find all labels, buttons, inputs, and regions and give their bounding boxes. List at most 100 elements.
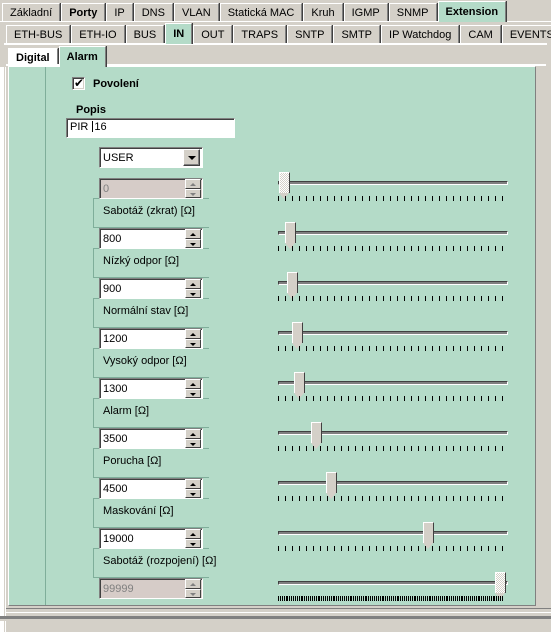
threshold-slider-4[interactable] <box>278 372 508 410</box>
subtab-in[interactable]: IN <box>165 23 193 44</box>
threshold-slider-2[interactable] <box>278 272 508 310</box>
slider-track-2[interactable] <box>278 281 508 285</box>
spinner-down-icon-4[interactable] <box>185 388 201 398</box>
spinner-buttons-2[interactable] <box>185 279 201 298</box>
spinner-down-icon-3[interactable] <box>185 338 201 348</box>
spinner-up-icon-8[interactable] <box>185 579 201 589</box>
slider-ticks-8 <box>278 596 508 602</box>
threshold-value-1: 800 <box>103 232 122 245</box>
threshold-slider-6[interactable] <box>278 472 508 510</box>
threshold-spinner-6[interactable]: 4500 <box>99 478 203 499</box>
spinner-up-icon-4[interactable] <box>185 379 201 389</box>
spinner-buttons-1[interactable] <box>185 229 201 248</box>
spinner-down-icon-1[interactable] <box>185 238 201 248</box>
threshold-slider-1[interactable] <box>278 222 508 260</box>
tab-kruh[interactable]: Kruh <box>303 3 343 22</box>
panel-left-divider <box>45 67 46 605</box>
slider-thumb-7[interactable] <box>423 522 434 549</box>
enable-checkbox[interactable]: ✔ <box>72 77 85 90</box>
subtab-smtp[interactable]: SMTP <box>333 25 381 44</box>
tab-snmp[interactable]: SNMP <box>388 3 437 22</box>
slider-track-4[interactable] <box>278 381 508 385</box>
slider-ticks-0 <box>278 196 508 202</box>
spinner-up-icon-0[interactable] <box>185 179 201 189</box>
enable-checkbox-row[interactable]: ✔ Povolení <box>72 77 139 90</box>
tabbar-primary[interactable]: Základní Porty IP DNS VLAN Statická MAC Kruh IG… <box>0 0 551 22</box>
threshold-slider-8[interactable] <box>278 572 508 610</box>
spinner-buttons-3[interactable] <box>185 329 201 348</box>
spinner-down-icon-6[interactable] <box>185 488 201 498</box>
description-input[interactable]: PIR 16 <box>66 118 235 138</box>
tab-statick-mac[interactable]: Statická MAC <box>219 3 303 22</box>
spinner-up-icon-1[interactable] <box>185 229 201 239</box>
slider-thumb-5[interactable] <box>311 422 322 449</box>
threshold-spinner-3[interactable]: 1200 <box>99 328 203 349</box>
sensor-mode-combobox[interactable]: USER <box>99 147 203 168</box>
spinner-up-icon-3[interactable] <box>185 329 201 339</box>
slider-thumb-2[interactable] <box>287 272 298 299</box>
slider-ticks-7 <box>278 546 508 552</box>
tab-igmp[interactable]: IGMP <box>343 3 388 22</box>
spinner-buttons-0[interactable] <box>185 179 201 198</box>
description-label: Popis <box>76 104 106 116</box>
threshold-slider-0[interactable] <box>278 172 508 210</box>
tabbar-extension[interactable]: ETH-BUS ETH-IO BUS IN OUT TRAPS SNTP SMTP IP Wat… <box>0 22 551 44</box>
spinner-buttons-7[interactable] <box>185 529 201 548</box>
spinner-down-icon-2[interactable] <box>185 288 201 298</box>
threshold-slider-3[interactable] <box>278 322 508 360</box>
slider-track-0[interactable] <box>278 181 508 185</box>
subtab-bus[interactable]: BUS <box>125 25 165 44</box>
slider-track-8[interactable] <box>278 581 508 585</box>
threshold-spinner-7[interactable]: 19000 <box>99 528 203 549</box>
checkmark-icon: ✔ <box>74 76 85 90</box>
slider-thumb-3[interactable] <box>292 322 303 349</box>
slider-track-7[interactable] <box>278 531 508 535</box>
slider-thumb-8[interactable] <box>495 572 506 599</box>
tab-porty[interactable]: Porty <box>61 3 106 22</box>
threshold-slider-5[interactable] <box>278 422 508 460</box>
threshold-spinner-5[interactable]: 3500 <box>99 428 203 449</box>
spinner-up-icon-5[interactable] <box>185 429 201 439</box>
threshold-spinner-1[interactable]: 800 <box>99 228 203 249</box>
subtab-ip-watchdog[interactable]: IP Watchdog <box>381 25 460 44</box>
subtab-sntp[interactable]: SNTP <box>287 25 333 44</box>
subtab-cam[interactable]: CAM <box>460 25 501 44</box>
threshold-spinner-0: 0 <box>99 178 203 199</box>
tab-dns[interactable]: DNS <box>133 3 173 22</box>
slider-track-3[interactable] <box>278 331 508 335</box>
frame-gutter-left <box>0 60 4 632</box>
subtab-out[interactable]: OUT <box>193 25 233 44</box>
threshold-value-2: 900 <box>103 282 122 295</box>
spinner-down-icon-5[interactable] <box>185 438 201 448</box>
chevron-down-icon[interactable] <box>183 149 200 166</box>
slider-track-1[interactable] <box>278 231 508 235</box>
subtab-traps[interactable]: TRAPS <box>233 25 287 44</box>
slider-thumb-4[interactable] <box>294 372 305 399</box>
slider-thumb-1[interactable] <box>285 222 296 249</box>
spinner-up-icon-2[interactable] <box>185 279 201 289</box>
spinner-buttons-8[interactable] <box>185 579 201 598</box>
threshold-value-7: 19000 <box>103 532 134 545</box>
subsubtab-alarm[interactable]: Alarm <box>58 46 106 67</box>
slider-thumb-0[interactable] <box>279 172 290 199</box>
tab-ip[interactable]: IP <box>106 3 133 22</box>
threshold-spinner-4[interactable]: 1300 <box>99 378 203 399</box>
spinner-down-icon-8[interactable] <box>185 588 201 598</box>
slider-track-6[interactable] <box>278 481 508 485</box>
spinner-down-icon-0[interactable] <box>185 188 201 198</box>
threshold-slider-7[interactable] <box>278 522 508 560</box>
slider-thumb-6[interactable] <box>326 472 337 499</box>
subtab-eth-io[interactable]: ETH-IO <box>71 25 125 44</box>
threshold-spinner-2[interactable]: 900 <box>99 278 203 299</box>
tab-z-kladn[interactable]: Základní <box>2 3 61 22</box>
spinner-buttons-6[interactable] <box>185 479 201 498</box>
subtab-eth-bus[interactable]: ETH-BUS <box>6 25 71 44</box>
spinner-buttons-5[interactable] <box>185 429 201 448</box>
spinner-up-icon-7[interactable] <box>185 529 201 539</box>
subtab-events[interactable]: EVENTS <box>501 25 551 44</box>
tab-vlan[interactable]: VLAN <box>173 3 219 22</box>
spinner-up-icon-6[interactable] <box>185 479 201 489</box>
spinner-buttons-4[interactable] <box>185 379 201 398</box>
tab-extension[interactable]: Extension <box>437 1 507 22</box>
spinner-down-icon-7[interactable] <box>185 538 201 548</box>
